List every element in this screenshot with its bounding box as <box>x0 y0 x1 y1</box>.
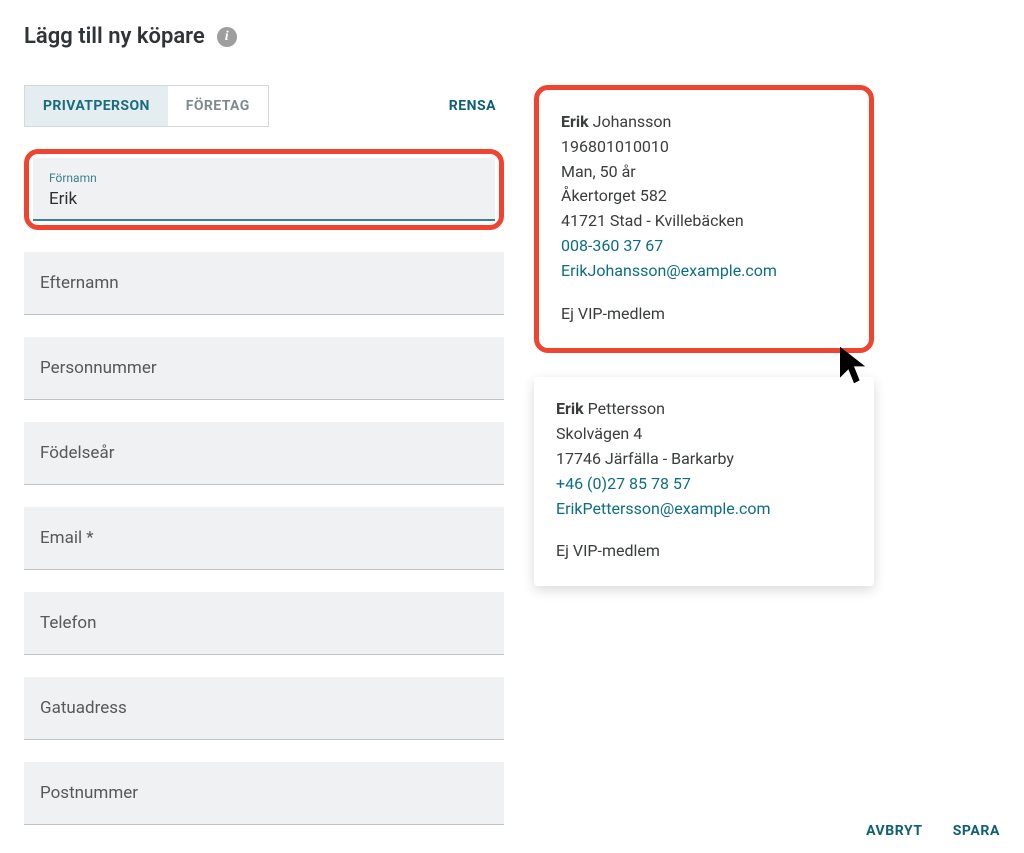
street-label: Gatuadress <box>40 698 488 718</box>
phone-field[interactable]: Telefon <box>24 592 504 655</box>
firstname-field[interactable]: Förnamn Erik <box>33 158 495 221</box>
firstname-highlight: Förnamn Erik <box>24 149 504 230</box>
tab-company[interactable]: FÖRETAG <box>168 86 268 126</box>
info-icon[interactable]: i <box>217 27 237 47</box>
page-header: Lägg till ny köpare i <box>24 24 1000 49</box>
suggestion-name: Erik Pettersson <box>556 397 852 422</box>
suggestion-city: 41721 Stad - Kvillebäcken <box>561 209 847 234</box>
suggestion-lastname: Pettersson <box>588 399 665 418</box>
lastname-field[interactable]: Efternamn <box>24 252 504 315</box>
postcode-field[interactable]: Postnummer <box>24 762 504 825</box>
form-column: PRIVATPERSON FÖRETAG RENSA Förnamn Erik … <box>24 85 504 847</box>
tab-private[interactable]: PRIVATPERSON <box>25 86 168 126</box>
suggestion-ssn: 196801010010 <box>561 135 847 160</box>
lastname-label: Efternamn <box>40 273 488 293</box>
buyer-type-tabs: PRIVATPERSON FÖRETAG <box>24 85 269 127</box>
email-field[interactable]: Email * <box>24 507 504 570</box>
phone-label: Telefon <box>40 613 488 633</box>
suggestion-lastname: Johansson <box>593 112 672 131</box>
birthyear-field[interactable]: Födelseår <box>24 422 504 485</box>
email-label: Email * <box>40 528 488 548</box>
suggestion-column: Erik Johansson 196801010010 Man, 50 år Å… <box>534 85 1000 610</box>
suggestion-phone[interactable]: +46 (0)27 85 78 57 <box>556 472 852 497</box>
save-button[interactable]: SPARA <box>953 823 1000 839</box>
clear-button[interactable]: RENSA <box>449 98 504 114</box>
suggestion-firstname: Erik <box>561 112 589 131</box>
ssn-label: Personnummer <box>40 358 488 378</box>
suggestion-email[interactable]: ErikPettersson@example.com <box>556 497 852 522</box>
suggestion-demographics: Man, 50 år <box>561 160 847 185</box>
tab-row: PRIVATPERSON FÖRETAG RENSA <box>24 85 504 127</box>
suggestion-vip: Ej VIP-medlem <box>556 539 852 564</box>
postcode-label: Postnummer <box>40 783 488 803</box>
page-title: Lägg till ny köpare <box>24 24 205 49</box>
birthyear-label: Födelseår <box>40 443 488 463</box>
cursor-icon <box>837 344 871 386</box>
suggestion-firstname: Erik <box>556 399 584 418</box>
suggestion-name: Erik Johansson <box>561 110 847 135</box>
footer-actions: AVBRYT SPARA <box>866 823 1000 839</box>
suggestion-card-2[interactable]: Erik Pettersson Skolvägen 4 17746 Järfäl… <box>534 377 874 586</box>
suggestion-street: Åkertorget 582 <box>561 184 847 209</box>
suggestion-city: 17746 Järfälla - Barkarby <box>556 447 852 472</box>
suggestion-street: Skolvägen 4 <box>556 422 852 447</box>
street-field[interactable]: Gatuadress <box>24 677 504 740</box>
suggestion-email[interactable]: ErikJohansson@example.com <box>561 259 847 284</box>
cancel-button[interactable]: AVBRYT <box>866 823 923 839</box>
suggestion-phone[interactable]: 008-360 37 67 <box>561 234 847 259</box>
suggestion-card-1[interactable]: Erik Johansson 196801010010 Man, 50 år Å… <box>534 85 874 353</box>
firstname-label: Förnamn <box>49 171 479 185</box>
ssn-field[interactable]: Personnummer <box>24 337 504 400</box>
firstname-value: Erik <box>49 189 479 209</box>
main-row: PRIVATPERSON FÖRETAG RENSA Förnamn Erik … <box>24 85 1000 847</box>
suggestion-vip: Ej VIP-medlem <box>561 302 847 327</box>
